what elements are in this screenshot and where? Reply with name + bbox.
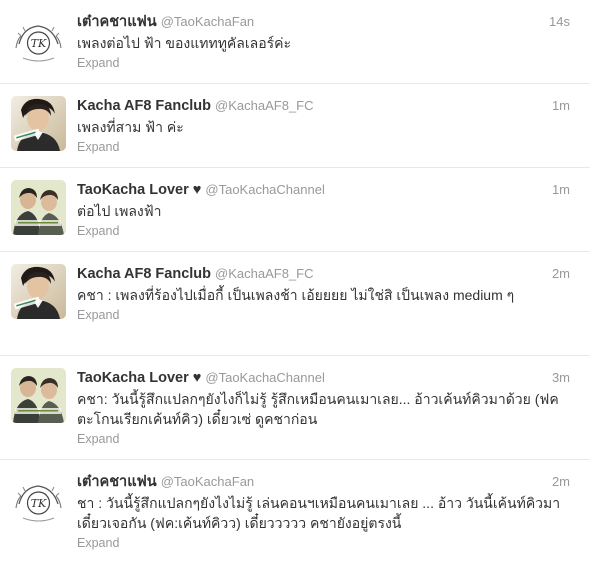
tk-logo-icon: TK (11, 14, 66, 69)
avatar[interactable]: TK (11, 474, 66, 529)
author-fullname[interactable]: Kacha AF8 Fanclub (77, 98, 211, 114)
tweet-header: Kacha AF8 Fanclub @KachaAF8_FC 1m (77, 96, 570, 116)
tweet-text: คชา: วันนี้รู้สึกแปลกๆยังไงก็ไม่รู้ รู้ส… (77, 391, 559, 427)
author-username[interactable]: @TaoKachaChannel (205, 182, 324, 197)
expand-link[interactable]: Expand (77, 54, 570, 72)
author-fullname[interactable]: TaoKacha Lover ♥ (77, 370, 201, 386)
tweet-text: เพลงต่อไป ฟ้า ของแทททูคัลเลอร์ค่ะ (77, 35, 292, 51)
tweet-item[interactable]: TaoKacha Lover ♥ @TaoKachaChannel 3m คชา:… (0, 356, 590, 460)
author-username[interactable]: @KachaAF8_FC (215, 98, 313, 113)
tweet-text: ชา : วันนี้รู้สึกแปลกๆยังไงไม่รู้ เล่นคอ… (77, 495, 561, 531)
duo-photo-icon (11, 368, 66, 423)
tweet-item[interactable]: TaoKacha Lover ♥ @TaoKachaChannel 1m ต่อไ… (0, 168, 590, 252)
author-fullname[interactable]: เต๋าคชาแฟน (77, 474, 157, 490)
tweet-text: คชา : เพลงที่ร้องไปเมื่อกี้ เป็นเพลงช้า … (77, 287, 515, 303)
tweet-text: เพลงที่สาม ฟ้า ค่ะ (77, 119, 184, 135)
author-fullname[interactable]: Kacha AF8 Fanclub (77, 266, 211, 282)
tweet-timestamp[interactable]: 14s (549, 12, 570, 32)
author-fullname[interactable]: TaoKacha Lover ♥ (77, 182, 201, 198)
avatar[interactable] (11, 368, 66, 423)
tweet-item[interactable]: TK เต๋าคชาแฟน @TaoKachaFan 2m ชา : วันนี้… (0, 460, 590, 564)
tweet-header: TaoKacha Lover ♥ @TaoKachaChannel 1m (77, 180, 570, 200)
tweet-timestamp[interactable]: 1m (552, 96, 570, 116)
tk-logo-icon: TK (11, 474, 66, 529)
tweet-text: ต่อไป เพลงฟ้า (77, 203, 162, 219)
person-photo-icon (11, 96, 66, 151)
expand-link[interactable]: Expand (77, 306, 570, 324)
tweet-timestamp[interactable]: 1m (552, 180, 570, 200)
tweet-timestamp[interactable]: 3m (552, 368, 570, 388)
avatar[interactable] (11, 180, 66, 235)
tweet-header: TaoKacha Lover ♥ @TaoKachaChannel 3m (77, 368, 570, 388)
tweet-timestamp[interactable]: 2m (552, 472, 570, 492)
duo-photo-icon (11, 180, 66, 235)
avatar-monogram: TK (31, 37, 47, 50)
tweet-item[interactable]: TK เต๋าคชาแฟน @TaoKachaFan 14s เพลงต่อไป … (0, 0, 590, 84)
avatar[interactable] (11, 96, 66, 151)
author-username[interactable]: @TaoKachaChannel (205, 370, 324, 385)
author-username[interactable]: @TaoKachaFan (161, 474, 254, 489)
avatar-monogram: TK (31, 497, 47, 510)
tweet-timestamp[interactable]: 2m (552, 264, 570, 284)
avatar[interactable] (11, 264, 66, 319)
expand-link[interactable]: Expand (77, 534, 570, 552)
author-username[interactable]: @KachaAF8_FC (215, 266, 313, 281)
expand-link[interactable]: Expand (77, 138, 570, 156)
tweet-header: Kacha AF8 Fanclub @KachaAF8_FC 2m (77, 264, 570, 284)
tweet-timeline: TK เต๋าคชาแฟน @TaoKachaFan 14s เพลงต่อไป … (0, 0, 590, 564)
expand-link[interactable]: Expand (77, 430, 570, 448)
tweet-item[interactable]: Kacha AF8 Fanclub @KachaAF8_FC 1m เพลงที่… (0, 84, 590, 168)
author-username[interactable]: @TaoKachaFan (161, 14, 254, 29)
person-photo-icon (11, 264, 66, 319)
tweet-header: เต๋าคชาแฟน @TaoKachaFan 2m (77, 472, 570, 492)
avatar[interactable]: TK (11, 14, 66, 69)
tweet-item[interactable]: Kacha AF8 Fanclub @KachaAF8_FC 2m คชา : เ… (0, 252, 590, 356)
tweet-header: เต๋าคชาแฟน @TaoKachaFan 14s (77, 12, 570, 32)
expand-link[interactable]: Expand (77, 222, 570, 240)
author-fullname[interactable]: เต๋าคชาแฟน (77, 14, 157, 30)
